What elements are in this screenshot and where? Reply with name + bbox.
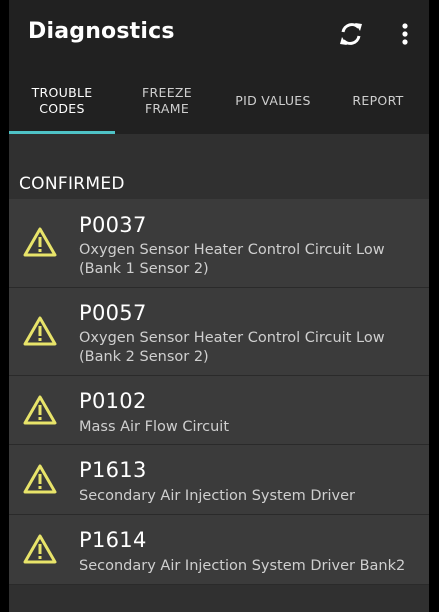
code-description: Secondary Air Injection System Driver [79, 488, 355, 504]
code-label: P1613 [79, 458, 147, 482]
warning-icon [23, 464, 57, 494]
trouble-code-list: P0037 Oxygen Sensor Heater Control Circu… [9, 199, 429, 585]
tab-label: TROUBLE CODES [31, 85, 93, 116]
app-window: Diagnostics TROUBLE CODES FREEZE FRAME P… [9, 0, 429, 612]
warning-icon [23, 534, 57, 564]
tab-freeze-frame[interactable]: FREEZE FRAME [115, 68, 219, 134]
code-label: P0102 [79, 389, 147, 413]
warning-icon [23, 316, 57, 346]
list-item[interactable]: P1614 Secondary Air Injection System Dri… [9, 515, 429, 585]
section-header-confirmed: CONFIRMED [19, 174, 125, 194]
code-label: P1614 [79, 528, 147, 552]
tab-bar: TROUBLE CODES FREEZE FRAME PID VALUES RE… [9, 68, 429, 134]
code-label: P0057 [79, 301, 147, 325]
tab-label: FREEZE FRAME [142, 85, 192, 116]
list-item[interactable]: P1613 Secondary Air Injection System Dri… [9, 445, 429, 515]
code-description: Mass Air Flow Circuit [79, 419, 230, 435]
tab-report[interactable]: REPORT [327, 68, 429, 134]
page-title: Diagnostics [28, 19, 175, 44]
toolbar: Diagnostics [9, 0, 429, 68]
tab-trouble-codes[interactable]: TROUBLE CODES [9, 68, 115, 134]
warning-icon [23, 227, 57, 257]
tab-pid-values[interactable]: PID VALUES [219, 68, 327, 134]
code-description: Secondary Air Injection System Driver Ba… [79, 558, 406, 574]
list-item[interactable]: P0037 Oxygen Sensor Heater Control Circu… [9, 199, 429, 288]
list-item[interactable]: P0102 Mass Air Flow Circuit [9, 376, 429, 445]
tab-label: PID VALUES [235, 93, 311, 108]
more-vert-icon [402, 23, 408, 45]
code-description: Oxygen Sensor Heater Control Circuit Low… [79, 330, 385, 365]
active-tab-indicator [9, 131, 115, 134]
code-description: Oxygen Sensor Heater Control Circuit Low… [79, 242, 385, 277]
more-options-button[interactable] [393, 18, 417, 50]
refresh-button[interactable] [335, 18, 367, 50]
warning-icon [23, 395, 57, 425]
tab-label: REPORT [352, 93, 404, 108]
refresh-icon [340, 23, 362, 45]
list-item[interactable]: P0057 Oxygen Sensor Heater Control Circu… [9, 288, 429, 376]
code-label: P0037 [79, 213, 147, 237]
